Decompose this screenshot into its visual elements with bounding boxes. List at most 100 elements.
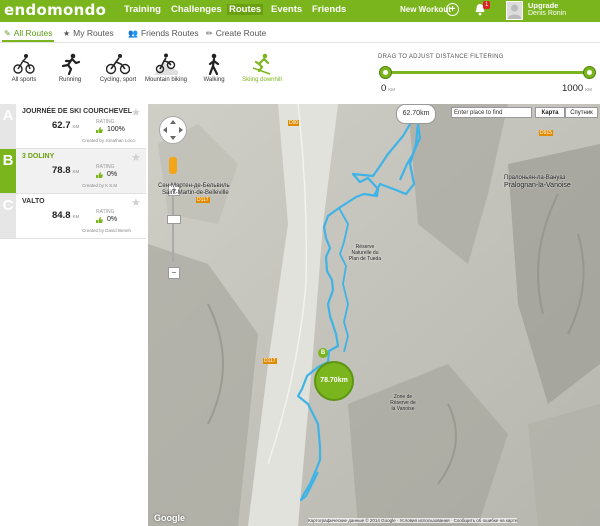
route-letter: B — [0, 149, 16, 193]
endomondo-logo[interactable]: endomondo — [4, 1, 106, 19]
sport-label: Skiing downhill — [242, 77, 282, 83]
route-name[interactable]: 3 DOLINY — [22, 153, 54, 160]
map-search-input[interactable]: Enter place to find — [451, 107, 532, 118]
active-tab-indicator — [2, 40, 54, 42]
rating-label: RATING — [96, 209, 115, 215]
tab-label: Create Route — [215, 28, 267, 38]
favorite-star-icon[interactable]: ★ — [131, 106, 141, 119]
route-creator: Created by Jonathan Locci — [82, 138, 136, 143]
route-distance: 84.8 KM — [52, 210, 80, 221]
routes-subnav: ✎ All Routes ★ My Routes 👥 Friends Routes ✏… — [0, 22, 600, 43]
distance-max-value: 1000 KM — [562, 83, 592, 94]
tab-all-routes[interactable]: ✎ All Routes — [4, 28, 52, 38]
notification-badge: 1 — [483, 1, 491, 9]
route-item-a[interactable]: A JOURNÉE DE SKI COURCHEVEL 62.7 KM RATIN… — [0, 104, 146, 149]
map-pan-control[interactable] — [159, 116, 187, 144]
route-item-c[interactable]: C VALTO 84.8 KM RATING 0% Created by Davi… — [0, 194, 146, 239]
map-type-map-button[interactable]: Карта — [535, 107, 565, 118]
nav-challenges[interactable]: Challenges — [171, 4, 222, 15]
nav-training[interactable]: Training — [124, 4, 161, 15]
map-poi-label: Zone de Réserve de la Vanoise — [390, 394, 416, 412]
route-item-b[interactable]: B 3 DOLINY 78.8 KM RATING 0% Created by К… — [0, 149, 146, 194]
sport-skiing-downhill[interactable]: Skiing downhill — [238, 53, 286, 84]
sport-walking[interactable]: Walking — [190, 53, 238, 84]
route-creator: Created by David Beneh — [82, 228, 132, 233]
new-workout-button[interactable]: New Workout — [400, 5, 451, 14]
mountain-biking-icon — [154, 53, 178, 75]
route-list: A JOURNÉE DE SKI COURCHEVEL 62.7 KM RATIN… — [0, 104, 146, 239]
avatar[interactable] — [506, 1, 523, 20]
tab-my-routes[interactable]: ★ My Routes — [63, 28, 114, 38]
route-icon: ✎ — [4, 29, 11, 38]
nav-routes[interactable]: Routes — [227, 4, 264, 15]
upgrade-link[interactable]: Upgrade — [528, 1, 558, 10]
nav-friends[interactable]: Friends — [312, 4, 346, 15]
favorite-star-icon[interactable]: ★ — [131, 151, 141, 164]
route-rating: 0% — [107, 216, 118, 223]
route-name[interactable]: VALTO — [22, 198, 45, 205]
skiing-icon — [252, 53, 271, 75]
street-view-pegman-icon[interactable] — [169, 157, 177, 174]
route-distance: 62.7 KM — [52, 120, 80, 131]
thumbs-up-icon — [96, 217, 103, 223]
star-icon: ★ — [63, 29, 71, 38]
route-marker-b[interactable]: 78.70km — [314, 361, 354, 401]
zoom-out-button[interactable]: − — [168, 267, 180, 279]
sport-label: All sports — [11, 77, 37, 83]
distance-filter: DRAG TO ADJUST DISTANCE FILTERING 0 KM 10… — [376, 54, 596, 99]
map-type-satellite-button[interactable]: Спутник — [565, 107, 598, 118]
tab-create-route[interactable]: ✏ Create Route — [206, 28, 266, 38]
map-town-label: Saint-Martin-de-Belleville — [162, 190, 229, 196]
route-rating: 0% — [107, 171, 118, 178]
tab-label: My Routes — [73, 28, 114, 38]
distance-slider-range — [384, 71, 589, 74]
top-navigation-bar: endomondo Training Challenges Routes Eve… — [0, 0, 600, 22]
google-logo: Google — [154, 513, 185, 523]
tab-label: All Routes — [13, 28, 53, 38]
sport-label: Running — [58, 77, 82, 83]
favorite-star-icon[interactable]: ★ — [131, 196, 141, 209]
route-name[interactable]: JOURNÉE DE SKI COURCHEVEL — [22, 108, 132, 115]
running-icon — [61, 53, 81, 75]
route-letter: A — [0, 104, 16, 148]
map-town-label: Пралоньян-ла-Вануаз — [504, 175, 566, 181]
tab-label: Friends Routes — [140, 28, 199, 38]
pan-arrows-icon — [163, 120, 183, 140]
route-path — [296, 107, 422, 502]
rating-label: RATING — [96, 119, 115, 125]
route-distance: 78.8 KM — [52, 165, 80, 176]
rating-label: RATING — [96, 164, 115, 170]
zoom-slider-track[interactable] — [172, 195, 174, 262]
route-map[interactable]: Enter place to find Карта Спутник + − Се… — [148, 104, 600, 526]
user-name[interactable]: Denis Ronin — [528, 10, 566, 17]
thumbs-up-icon — [96, 127, 103, 133]
distance-max-handle[interactable] — [583, 66, 596, 79]
sport-cycling[interactable]: Cycling, sport — [94, 53, 142, 84]
map-attribution[interactable]: Картографические данные © 2014 Google · … — [308, 518, 518, 523]
map-town-label: Сен-Мартен-де-Бельвиль — [158, 183, 230, 189]
distance-filter-title: DRAG TO ADJUST DISTANCE FILTERING — [378, 54, 504, 60]
map-town-label: Pralognan-la-Vanoise — [504, 182, 571, 189]
sport-all[interactable]: All sports — [0, 53, 48, 84]
sport-filter: All sports Running Cycling, sport Mounta… — [0, 44, 370, 104]
route-rating: 100% — [107, 126, 125, 133]
route-creator: Created by К S.M — [82, 183, 118, 188]
friends-icon: 👥 — [128, 29, 138, 38]
sport-mountain-biking[interactable]: Mountain biking — [142, 53, 190, 84]
sport-label: Walking — [203, 77, 225, 83]
route-marker-b-pin[interactable]: B — [318, 348, 328, 358]
distance-min-handle[interactable] — [379, 66, 392, 79]
sport-label: Mountain biking — [144, 77, 188, 83]
plus-icon[interactable]: + — [446, 3, 459, 16]
tab-friends-routes[interactable]: 👥 Friends Routes — [128, 28, 199, 38]
nav-events[interactable]: Events — [271, 4, 302, 15]
road-label: D117 — [263, 358, 277, 364]
all-sports-icon — [13, 54, 35, 74]
distance-min-value: 0 KM — [381, 83, 396, 94]
sport-label: Cycling, sport — [99, 77, 137, 83]
cycling-icon — [106, 54, 130, 75]
route-marker-a[interactable]: 62.70km — [396, 104, 436, 124]
sport-running[interactable]: Running — [46, 53, 94, 84]
zoom-slider-handle[interactable] — [167, 215, 181, 224]
road-label: D915 — [539, 130, 553, 136]
